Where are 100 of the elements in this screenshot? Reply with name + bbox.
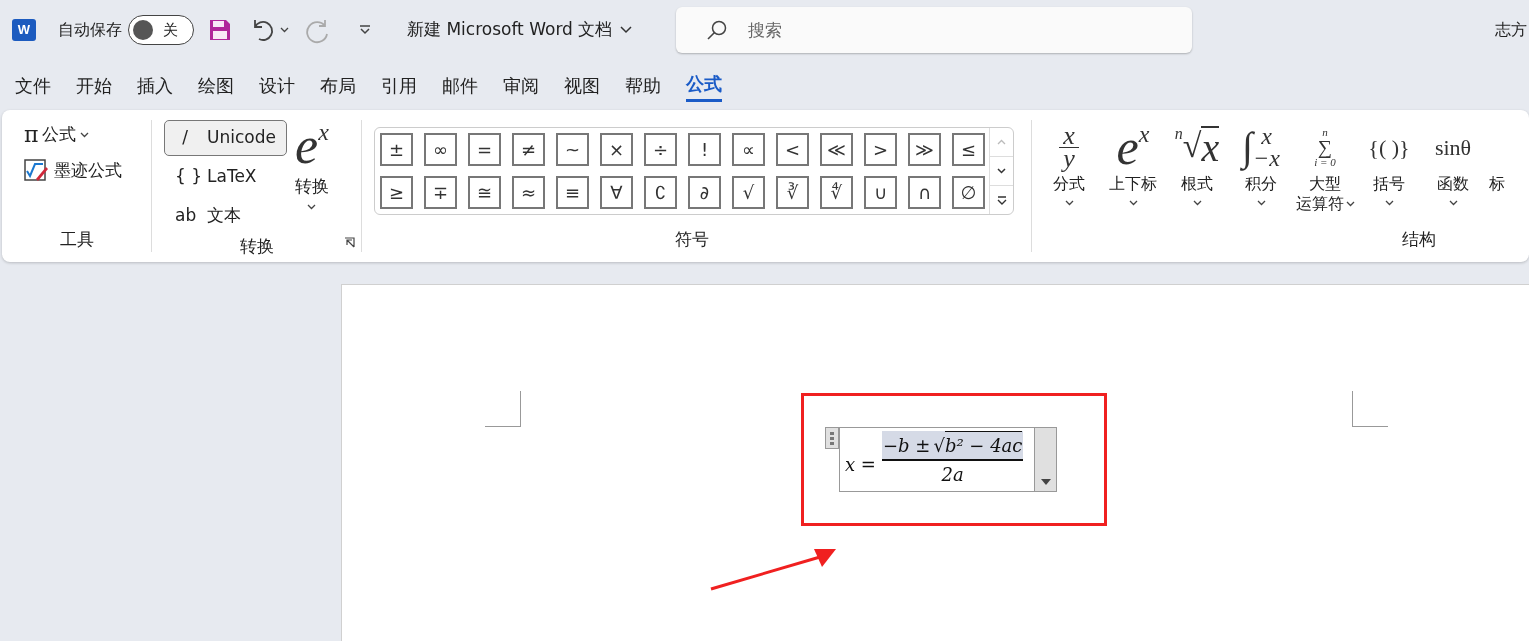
search-field[interactable]: 搜索: [676, 7, 1193, 53]
symbol-button[interactable]: >: [864, 133, 897, 166]
group-title: 转换: [239, 235, 274, 258]
symbol-button[interactable]: =: [468, 133, 501, 166]
format-option[interactable]: / Unicode: [164, 120, 287, 156]
chevron-down-icon: [1448, 200, 1458, 206]
symbol-button[interactable]: ∞: [424, 133, 457, 166]
structure-button[interactable]: sinθ 函数: [1424, 120, 1482, 227]
equation-options-button[interactable]: [1034, 428, 1056, 491]
lower-limit-text: −x: [1253, 147, 1280, 169]
symbol-button[interactable]: ≥: [380, 176, 413, 209]
symbol-button[interactable]: ≅: [468, 176, 501, 209]
symbol-button[interactable]: ~: [556, 133, 589, 166]
chevron-down-icon: [1128, 200, 1138, 206]
ribbon-tab[interactable]: 绘图: [198, 68, 234, 102]
chevron-down-icon: [997, 168, 1006, 174]
equation-box[interactable]: x = −b ± √b² − 4ac 2a: [839, 427, 1057, 492]
symbol-button[interactable]: ∀: [600, 176, 633, 209]
group-title: 结构: [1402, 227, 1437, 251]
chevron-down-icon: [620, 26, 633, 34]
equation-lhs: x =: [845, 453, 876, 477]
symbol-button[interactable]: ±: [380, 133, 413, 166]
symbol-button[interactable]: ∛: [776, 176, 809, 209]
symbol-button[interactable]: ≫: [908, 133, 941, 166]
symbol-button[interactable]: ∂: [688, 176, 721, 209]
group-title: 符号: [674, 227, 709, 251]
ribbon-tab[interactable]: 帮助: [625, 68, 661, 102]
symbol-button[interactable]: ∜: [820, 176, 853, 209]
chevron-down-icon: [1256, 200, 1266, 206]
bracket-glyph: {( )}: [1368, 133, 1410, 162]
ribbon-tab[interactable]: 设计: [259, 68, 295, 102]
symbol-button[interactable]: ∅: [952, 176, 985, 209]
index-text: n: [1174, 126, 1183, 142]
radical-sign: √: [933, 434, 945, 458]
search-icon: [706, 19, 729, 41]
ribbon-tab[interactable]: 文件: [15, 68, 51, 102]
numerator-text: −b ±: [882, 434, 931, 458]
ink-equation-icon: [24, 158, 50, 183]
symbol-button[interactable]: ÷: [644, 133, 677, 166]
margin-corner-mark: [485, 391, 521, 427]
sum-sign: ∑: [1317, 137, 1333, 156]
symbol-button[interactable]: ≪: [820, 133, 853, 166]
function-glyph: sinθ: [1434, 133, 1472, 162]
ink-equation-button[interactable]: 墨迹公式: [24, 157, 151, 183]
structure-button[interactable]: {( )} 括号: [1360, 120, 1418, 227]
symbol-button[interactable]: ∪: [864, 176, 897, 209]
save-icon[interactable]: [208, 18, 232, 42]
format-option[interactable]: ab 文本: [164, 198, 287, 234]
denominator-text: 2a: [941, 463, 964, 487]
upper-limit-text: n: [1322, 126, 1328, 138]
dialog-launcher-icon[interactable]: [344, 237, 355, 248]
ribbon-tab[interactable]: 插入: [137, 68, 173, 102]
chevron-down-icon: [1384, 200, 1394, 206]
ribbon-tab[interactable]: 公式: [686, 68, 722, 102]
autosave-toggle[interactable]: 关: [128, 15, 194, 45]
symbol-button[interactable]: ∝: [732, 133, 765, 166]
ribbon-tab[interactable]: 布局: [320, 68, 356, 102]
word-logo-icon[interactable]: W: [12, 19, 36, 41]
ribbon-tab[interactable]: 审阅: [503, 68, 539, 102]
format-option[interactable]: { } LaTeX: [164, 159, 287, 195]
chevron-down-icon: [1192, 200, 1202, 206]
chevron-down-icon: [307, 203, 317, 210]
radicand-text: x: [1201, 126, 1220, 168]
symbol-button[interactable]: <: [776, 133, 809, 166]
radical-sign: √: [1182, 126, 1202, 166]
chevron-down-icon: [1064, 200, 1074, 206]
superscript-text: x: [1138, 122, 1150, 146]
ribbon-tab[interactable]: 邮件: [442, 68, 478, 102]
structure-button[interactable]: 标: [1488, 120, 1506, 227]
symbol-button[interactable]: ∩: [908, 176, 941, 209]
symbol-button[interactable]: ≈: [512, 176, 545, 209]
denominator-text: y: [1063, 147, 1075, 170]
autosave-label: 自动保存: [58, 19, 122, 41]
equation-handle[interactable]: [825, 427, 839, 449]
symbol-button[interactable]: ×: [600, 133, 633, 166]
symbol-button[interactable]: ∓: [424, 176, 457, 209]
integral-sign: ∫: [1242, 123, 1254, 172]
symbol-button[interactable]: √: [732, 176, 765, 209]
ribbon-tab[interactable]: 开始: [76, 68, 112, 102]
equation-button[interactable]: π 公式: [24, 122, 151, 148]
symbol-button[interactable]: ≤: [952, 133, 985, 166]
radicand-text: b² − 4ac: [944, 431, 1023, 459]
symbol-button[interactable]: !: [688, 133, 721, 166]
chevron-down-icon: [80, 131, 90, 138]
customize-toolbar-icon[interactable]: [359, 25, 371, 35]
symbol-button[interactable]: ≡: [556, 176, 589, 209]
ribbon-tab[interactable]: 引用: [381, 68, 417, 102]
expand-gallery-icon: [996, 195, 1007, 205]
structure-button[interactable]: x y 分式: [1040, 120, 1098, 227]
upper-limit-text: x: [1260, 125, 1273, 147]
symbol-button[interactable]: ∁: [644, 176, 677, 209]
chevron-down-icon: [280, 27, 289, 33]
ribbon-tab[interactable]: 视图: [564, 68, 600, 102]
user-name[interactable]: 志方: [1495, 18, 1527, 42]
symbol-button[interactable]: ≠: [512, 133, 545, 166]
margin-corner-mark: [1352, 391, 1388, 427]
dropdown-arrow-icon: [1040, 479, 1051, 485]
group-title: 工具: [58, 227, 95, 251]
base-text: e: [1116, 122, 1139, 172]
document-title[interactable]: 新建 Microsoft Word 文档: [407, 17, 633, 43]
